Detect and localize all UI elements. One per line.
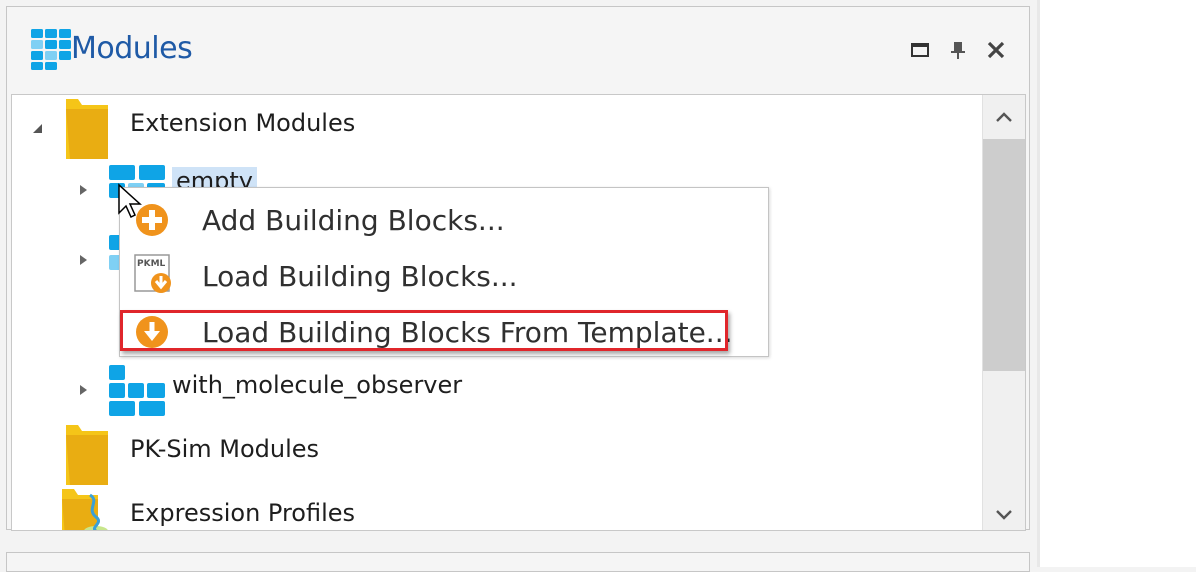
right-empty-area: [1040, 0, 1196, 567]
folder-icon: [66, 99, 108, 159]
tree-node-label: Expression Profiles: [130, 499, 356, 527]
expand-icon[interactable]: [76, 183, 90, 197]
expression-profiles-icon: [62, 489, 108, 530]
panel-title: Modules: [71, 31, 193, 66]
tree-node-label: with_molecule_observer: [172, 371, 463, 399]
mouse-cursor-icon: [118, 183, 142, 219]
menu-item-load-building-blocks[interactable]: PKML Load Building Blocks...: [120, 247, 768, 303]
scroll-thumb[interactable]: [983, 139, 1025, 371]
module-icon: [109, 365, 165, 416]
expand-icon[interactable]: [76, 383, 90, 397]
tree-node-expression-profiles[interactable]: Expression Profiles: [12, 489, 912, 530]
menu-item-label: Add Building Blocks...: [202, 204, 505, 237]
tree-node-extension-modules[interactable]: Extension Modules: [12, 99, 912, 159]
tree-node-label: Extension Modules: [130, 109, 356, 137]
pkml-label: PKML: [137, 259, 166, 269]
tree-node-pk-sim-modules[interactable]: PK-Sim Modules: [12, 425, 912, 485]
tree-node-with-molecule-observer[interactable]: with_molecule_observer: [12, 365, 912, 416]
context-menu: Add Building Blocks... PKML Load Buildin…: [119, 187, 769, 357]
modules-icon: [31, 29, 71, 70]
menu-item-label: Load Building Blocks...: [202, 260, 518, 293]
folder-icon: [66, 425, 108, 485]
menu-item-add-building-blocks[interactable]: Add Building Blocks...: [120, 191, 768, 247]
highlight-box: [120, 310, 728, 351]
bottom-panel: [6, 552, 1030, 572]
collapse-icon[interactable]: [30, 121, 44, 135]
close-icon[interactable]: [985, 39, 1007, 61]
maximize-icon[interactable]: [909, 39, 931, 61]
tree-node-label: PK-Sim Modules: [130, 435, 320, 463]
panel-header: Modules: [7, 7, 1029, 93]
pkml-load-icon: PKML: [134, 254, 171, 293]
scroll-down-icon[interactable]: [991, 501, 1017, 527]
expand-icon[interactable]: [76, 253, 90, 267]
vertical-scrollbar[interactable]: [982, 95, 1025, 530]
pin-icon[interactable]: [947, 39, 969, 61]
scroll-up-icon[interactable]: [991, 105, 1017, 131]
